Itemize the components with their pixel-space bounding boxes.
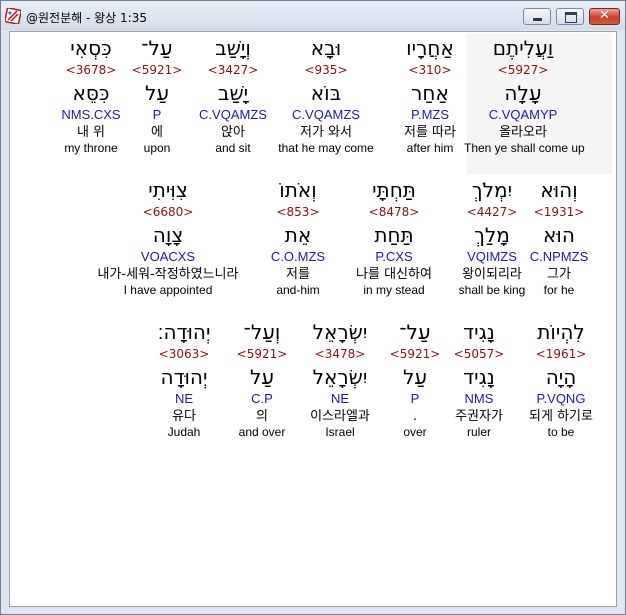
app-window: @원전분해 - 왕상 1:35 ✕ וַעֲלִיתֶם <5927> עָלָה C… [0, 0, 626, 615]
hebrew-word: יְהוּדָה׃ [157, 320, 211, 344]
morphology-code: NMS.CXS [61, 107, 121, 122]
word-cell[interactable]: אַחֲרָיו <310> אַחַר P.MZS 저를 따라 after him [371, 36, 489, 156]
korean-gloss: 저를 따라 [404, 125, 456, 140]
title-bar[interactable]: @원전분해 - 왕상 1:35 ✕ [1, 1, 625, 30]
english-gloss: after him [406, 141, 454, 155]
korean-gloss: 내가-세워-작정하였느니라 [97, 267, 239, 282]
hebrew-word: כִּסְאִי [70, 36, 112, 60]
maximize-button[interactable] [556, 8, 584, 25]
english-gloss: I have appointed [123, 283, 213, 297]
minimize-button[interactable] [523, 8, 551, 25]
app-icon [5, 8, 21, 24]
strong-number: <6680> [142, 205, 194, 219]
strong-number: <310> [408, 63, 452, 77]
word-cell[interactable]: יְהוּדָה׃ <3063> יְהוּדָה NE 유다 Judah [125, 320, 243, 440]
english-gloss: my throne [64, 141, 118, 155]
korean-gloss: 유다 [172, 409, 196, 424]
hebrew-word: צִוִּיתִי [148, 178, 188, 202]
window-title: @원전분해 - 왕상 1:35 [26, 11, 147, 25]
interlinear-panel: וַעֲלִיתֶם <5927> עָלָה C.VQAMYP 올라오라 Then ye… [9, 31, 617, 607]
english-gloss: Judah [167, 425, 201, 439]
morphology-code: NE [174, 391, 194, 406]
strong-number: <3063> [158, 347, 210, 361]
maximize-icon [565, 12, 577, 23]
hebrew-word: אַחֲרָיו [406, 36, 454, 60]
morphology-code: VOACXS [140, 249, 196, 264]
close-button[interactable]: ✕ [589, 8, 620, 25]
strong-number: <3678> [65, 63, 117, 77]
word-cell[interactable]: כִּסְאִי <3678> כִּסֵּא NMS.CXS 내 위 my throne [32, 36, 150, 156]
word-cell[interactable]: צִוִּיתִי <6680> צָוָה VOACXS 내가-세워-작정하였느니라 I… [73, 178, 263, 298]
lemma-word: כִּסֵּא [72, 81, 110, 105]
lemma-word: אַחַר [411, 81, 449, 105]
korean-gloss: 내 위 [76, 125, 106, 140]
minimize-icon [533, 18, 542, 21]
lemma-word: יְהוּדָה [160, 365, 208, 389]
close-icon: ✕ [599, 8, 610, 23]
lemma-word: צָוָה [152, 223, 184, 247]
morphology-code: P.MZS [410, 107, 450, 122]
